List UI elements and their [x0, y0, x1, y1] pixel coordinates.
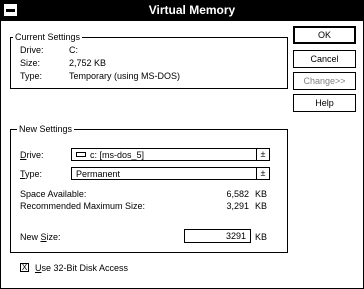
help-button[interactable]: Help — [293, 94, 356, 112]
new-settings-label: New Settings — [17, 124, 75, 134]
recommended-max-value: 3,291 — [226, 201, 249, 211]
drive-select[interactable]: c: [ms-dos_5] ± — [71, 148, 270, 161]
new-size-value: 3291 — [225, 231, 246, 241]
current-size-label: Size: — [20, 58, 41, 68]
recommended-max-unit: KB — [255, 201, 268, 211]
system-menu-icon[interactable] — [3, 3, 18, 17]
change-button[interactable]: Change>> — [293, 72, 356, 90]
dropdown-arrow-icon[interactable]: ± — [256, 168, 269, 179]
window-title: Virtual Memory — [148, 3, 236, 17]
space-available-value: 6,582 — [226, 189, 249, 199]
space-available-unit: KB — [255, 189, 268, 199]
drive-select-value: c: [ms-dos_5] — [90, 150, 145, 160]
virtual-memory-dialog: Virtual Memory Current Settings Drive: C… — [0, 0, 364, 289]
ok-button[interactable]: OK — [293, 26, 356, 44]
current-drive-label: Drive: — [20, 45, 44, 55]
type-select-value: Permanent — [76, 169, 121, 179]
disk-access-label[interactable]: Use 32-Bit Disk Access — [35, 263, 128, 273]
type-select[interactable]: Permanent ± — [71, 167, 270, 180]
dropdown-arrow-icon[interactable]: ± — [256, 149, 269, 160]
current-type-label: Type: — [20, 71, 43, 81]
current-type-value: Temporary (using MS-DOS) — [69, 71, 181, 81]
new-size-label: New Size: — [20, 232, 61, 242]
new-size-input[interactable]: 3291 — [184, 229, 251, 243]
new-drive-label: Drive: — [20, 150, 44, 160]
current-settings-label: Current Settings — [13, 32, 83, 42]
hard-drive-icon — [76, 152, 86, 157]
current-size-value: 2,752 KB — [69, 58, 107, 68]
title-bar[interactable]: Virtual Memory — [1, 1, 363, 21]
new-type-label: Type: — [20, 169, 43, 179]
recommended-max-label: Recommended Maximum Size: — [20, 201, 146, 211]
new-size-unit: KB — [255, 232, 268, 242]
cancel-button[interactable]: Cancel — [293, 50, 356, 68]
current-settings-group — [10, 37, 288, 89]
current-drive-value: C: — [69, 45, 78, 55]
space-available-label: Space Available: — [20, 189, 87, 199]
disk-access-checkbox[interactable]: X — [20, 263, 29, 272]
